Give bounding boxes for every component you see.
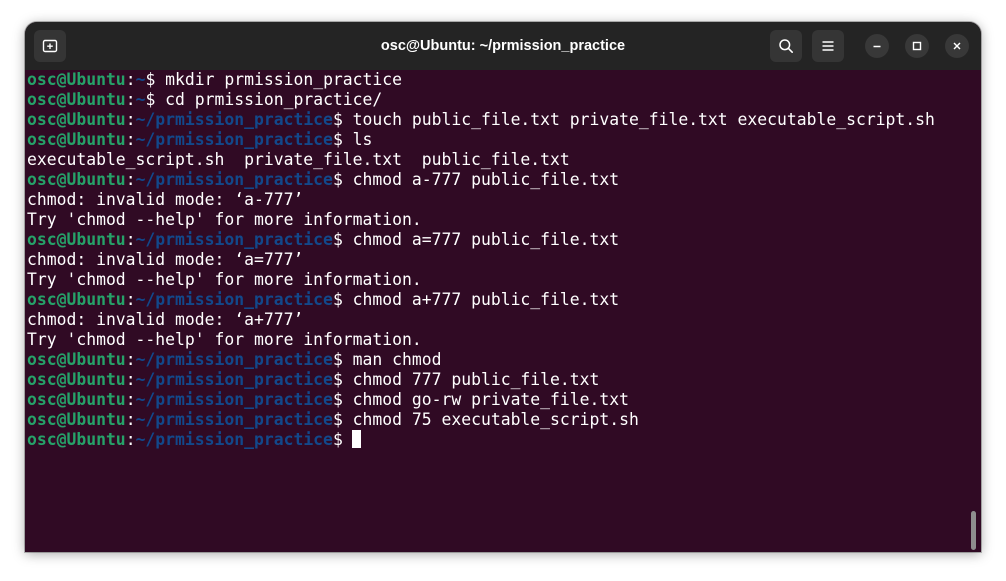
scrollbar-thumb[interactable] [971, 511, 976, 550]
command-text: chmod a-777 public_file.txt [342, 170, 620, 189]
menu-button[interactable] [812, 30, 844, 62]
output-line: Try 'chmod --help' for more information. [27, 210, 422, 229]
prompt-line: osc@Ubuntu:~/prmission_practice$ chmod a… [27, 170, 935, 190]
output-line: Try 'chmod --help' for more information. [27, 270, 422, 289]
maximize-icon [912, 41, 922, 51]
prompt-line: osc@Ubuntu:~/prmission_practice$ touch p… [27, 110, 935, 130]
prompt-user-host: osc@Ubuntu [27, 230, 126, 249]
command-text: chmod a+777 public_file.txt [342, 290, 620, 309]
prompt-user-host: osc@Ubuntu [27, 290, 126, 309]
prompt-symbol: $ [332, 370, 343, 389]
prompt-symbol: $ [145, 90, 156, 109]
prompt-path: ~ [135, 70, 146, 89]
prompt-colon: : [125, 410, 136, 429]
hamburger-menu-icon [822, 41, 834, 51]
prompt-colon: : [125, 290, 136, 309]
prompt-user-host: osc@Ubuntu [27, 390, 126, 409]
prompt-user-host: osc@Ubuntu [27, 170, 126, 189]
prompt-symbol: $ [332, 130, 343, 149]
command-text: touch public_file.txt private_file.txt e… [342, 110, 935, 129]
terminal-area[interactable]: osc@Ubuntu:~$ mkdir prmission_practice os… [25, 70, 981, 552]
prompt-path: ~/prmission_practice [135, 350, 333, 369]
prompt-line: osc@Ubuntu:~/prmission_practice$ chmod 7… [27, 370, 935, 390]
prompt-colon: : [125, 390, 136, 409]
prompt-symbol: $ [332, 290, 343, 309]
output-line: chmod: invalid mode: ‘a+777’ [27, 310, 304, 329]
terminal-window: osc@Ubuntu: ~/prmission_practice osc@Ubu… [25, 22, 981, 552]
new-tab-button[interactable] [34, 30, 66, 62]
prompt-colon: : [125, 370, 136, 389]
search-button[interactable] [770, 30, 802, 62]
minimize-button[interactable] [865, 34, 889, 58]
prompt-colon: : [125, 430, 136, 449]
prompt-path: ~/prmission_practice [135, 110, 333, 129]
close-button[interactable] [945, 34, 969, 58]
prompt-user-host: osc@Ubuntu [27, 430, 126, 449]
prompt-line: osc@Ubuntu:~/prmission_practice$ chmod a… [27, 290, 935, 310]
output-line: Try 'chmod --help' for more information. [27, 330, 422, 349]
output-line: executable_script.sh private_file.txt pu… [27, 150, 570, 169]
command-text: mkdir prmission_practice [155, 70, 403, 89]
prompt-symbol: $ [145, 70, 156, 89]
command-text: cd prmission_practice/ [155, 90, 383, 109]
prompt-path: ~/prmission_practice [135, 290, 333, 309]
prompt-line: osc@Ubuntu:~$ mkdir prmission_practice [27, 70, 935, 90]
command-text: chmod 75 executable_script.sh [342, 410, 639, 429]
prompt-line: osc@Ubuntu:~/prmission_practice$ chmod g… [27, 390, 935, 410]
prompt-colon: : [125, 110, 136, 129]
prompt-user-host: osc@Ubuntu [27, 70, 126, 89]
prompt-symbol: $ [332, 410, 343, 429]
prompt-user-host: osc@Ubuntu [27, 370, 126, 389]
command-text: chmod a=777 public_file.txt [342, 230, 620, 249]
output-line: chmod: invalid mode: ‘a=777’ [27, 250, 304, 269]
new-tab-icon [42, 39, 58, 53]
prompt-path: ~ [135, 90, 146, 109]
prompt-user-host: osc@Ubuntu [27, 110, 126, 129]
window-title: osc@Ubuntu: ~/prmission_practice [380, 38, 626, 54]
prompt-path: ~/prmission_practice [135, 410, 333, 429]
command-text: chmod go-rw private_file.txt [342, 390, 629, 409]
prompt-colon: : [125, 170, 136, 189]
prompt-colon: : [125, 350, 136, 369]
minimize-icon [873, 45, 881, 48]
prompt-line: osc@Ubuntu:~/prmission_practice$ chmod 7… [27, 410, 935, 430]
maximize-button[interactable] [905, 34, 929, 58]
prompt-line: osc@Ubuntu:~/prmission_practice$ ls [27, 130, 935, 150]
text-cursor [351, 430, 361, 448]
prompt-symbol: $ [332, 170, 343, 189]
close-icon [953, 42, 961, 50]
prompt-user-host: osc@Ubuntu [27, 90, 126, 109]
prompt-symbol: $ [332, 390, 343, 409]
output-line: chmod: invalid mode: ‘a-777’ [27, 190, 304, 209]
prompt-colon: : [125, 230, 136, 249]
prompt-user-host: osc@Ubuntu [27, 410, 126, 429]
prompt-path: ~/prmission_practice [135, 170, 333, 189]
prompt-symbol: $ [332, 350, 343, 369]
prompt-symbol: $ [332, 110, 343, 129]
prompt-path: ~/prmission_practice [135, 370, 333, 389]
prompt-colon: : [125, 90, 136, 109]
command-text: chmod 777 public_file.txt [342, 370, 600, 389]
terminal-output: osc@Ubuntu:~$ mkdir prmission_practice os… [27, 70, 935, 450]
command-text: man chmod [342, 350, 442, 369]
prompt-symbol: $ [332, 230, 343, 249]
prompt-path: ~/prmission_practice [135, 130, 333, 149]
prompt-line: osc@Ubuntu:~/prmission_practice$ [27, 430, 935, 450]
command-text: ls [342, 130, 373, 149]
prompt-path: ~/prmission_practice [135, 390, 333, 409]
prompt-line: osc@Ubuntu:~/prmission_practice$ chmod a… [27, 230, 935, 250]
prompt-user-host: osc@Ubuntu [27, 130, 126, 149]
prompt-path: ~/prmission_practice [135, 430, 333, 449]
search-icon [779, 39, 793, 53]
title-bar[interactable]: osc@Ubuntu: ~/prmission_practice [25, 22, 981, 70]
prompt-symbol: $ [332, 430, 343, 449]
prompt-user-host: osc@Ubuntu [27, 350, 126, 369]
prompt-colon: : [125, 70, 136, 89]
prompt-line: osc@Ubuntu:~$ cd prmission_practice/ [27, 90, 935, 110]
prompt-path: ~/prmission_practice [135, 230, 333, 249]
prompt-colon: : [125, 130, 136, 149]
prompt-line: osc@Ubuntu:~/prmission_practice$ man chm… [27, 350, 935, 370]
